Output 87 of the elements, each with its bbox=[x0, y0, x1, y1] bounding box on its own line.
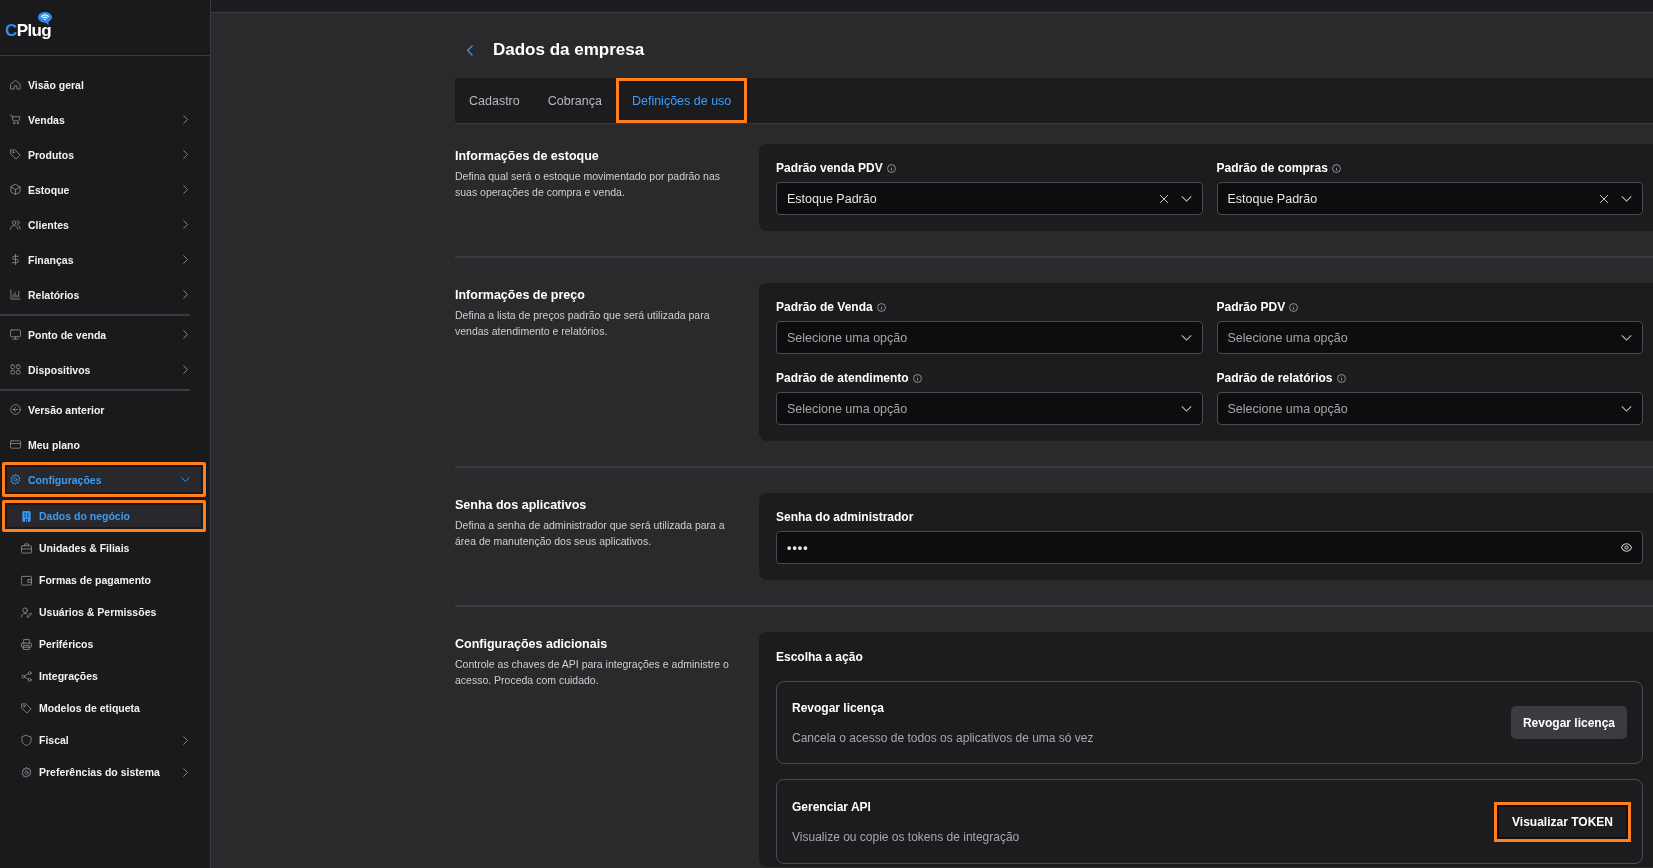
tab[interactable]: Cadastro bbox=[455, 78, 534, 123]
nav-item[interactable]: Produtos bbox=[2, 137, 206, 172]
section-description: Defina a senha de administrador que será utilizada para a área de manutenção dos seus aplicativos. bbox=[455, 518, 726, 549]
action-title: Revogar licença bbox=[792, 699, 886, 716]
home-icon bbox=[10, 79, 21, 90]
nav-item[interactable]: Versão anterior bbox=[2, 392, 206, 427]
nav-subitem[interactable]: Unidades & Filiais bbox=[2, 532, 206, 564]
nav-item[interactable]: Configurações bbox=[2, 462, 206, 497]
section-title: Informações de estoque bbox=[455, 148, 600, 164]
nav-subitem[interactable]: Integrações bbox=[2, 660, 206, 692]
section-title: Informações de preço bbox=[455, 287, 586, 303]
actions-heading: Escolha a ação bbox=[776, 649, 864, 666]
monitor-icon bbox=[10, 329, 21, 340]
section-title: Senha dos aplicativos bbox=[455, 497, 588, 513]
nav-item[interactable]: Clientes bbox=[2, 207, 206, 242]
nav-item[interactable]: Vendas bbox=[2, 102, 206, 137]
settings-icon bbox=[21, 766, 32, 778]
section-title: Configurações adicionais bbox=[455, 636, 609, 652]
action-description: Cancela o acesso de todos os aplicativos de uma só vez bbox=[792, 729, 1094, 746]
wallet-icon bbox=[21, 574, 32, 586]
nav-subitem[interactable]: Dados do negócio bbox=[2, 500, 206, 532]
nav-item[interactable]: Ponto de venda bbox=[2, 317, 206, 352]
chevron-down-icon bbox=[1621, 405, 1632, 412]
card-icon bbox=[10, 439, 21, 450]
nav-subitem[interactable]: Preferências do sistema bbox=[2, 756, 206, 788]
nav-item[interactable]: Visão geral bbox=[2, 67, 206, 102]
select-field[interactable]: Selecione uma opção bbox=[1216, 321, 1643, 354]
action-description: Visualize ou copie os tokens de integração bbox=[792, 828, 1020, 845]
field-label: Padrão de relatórios bbox=[1216, 371, 1333, 385]
section-description: Defina qual será o estoque movimentado por padrão nas suas operações de compra e venda. bbox=[455, 169, 721, 200]
grid-icon bbox=[10, 364, 21, 375]
action-title: Gerenciar API bbox=[792, 798, 872, 815]
chevron-down-icon bbox=[1180, 195, 1192, 202]
field-label: Padrão de compras bbox=[1216, 161, 1328, 175]
cart-icon bbox=[10, 114, 21, 125]
nav-subitem[interactable]: Usuários & Permissões bbox=[2, 596, 206, 628]
field-label: Senha do administrador bbox=[776, 510, 914, 524]
action-button[interactable]: Visualizar TOKEN bbox=[1494, 801, 1631, 842]
users-icon bbox=[10, 219, 21, 230]
chevron-down-icon bbox=[1621, 334, 1632, 341]
settings-icon bbox=[10, 474, 21, 485]
close-icon[interactable] bbox=[1158, 193, 1169, 204]
select-field[interactable]: Selecione uma opção bbox=[776, 321, 1203, 354]
nav-item[interactable]: Dispositivos bbox=[2, 352, 206, 387]
select-field[interactable]: Selecione uma opção bbox=[776, 392, 1203, 425]
nav-item[interactable]: Meu plano bbox=[2, 427, 206, 462]
cube-icon bbox=[10, 184, 21, 195]
tab[interactable]: Definições de uso bbox=[615, 78, 748, 123]
user-pen-icon bbox=[21, 606, 32, 618]
chevron-down-icon bbox=[1621, 195, 1632, 202]
building-icon bbox=[21, 510, 32, 522]
page-title: Dados da empresa bbox=[493, 40, 645, 60]
tag-icon bbox=[10, 149, 21, 160]
nav-item[interactable]: Relatórios bbox=[2, 277, 206, 312]
nav-subitem[interactable]: Modelos de etiqueta bbox=[2, 692, 206, 724]
eye-icon[interactable] bbox=[1621, 543, 1632, 552]
nav-subitem[interactable]: Fiscal bbox=[2, 724, 206, 756]
logo-wordmark: CPlug bbox=[5, 22, 52, 40]
select-field[interactable]: Estoque Padrão bbox=[1216, 182, 1643, 215]
wifi-bubble-icon bbox=[38, 12, 53, 25]
printer-icon bbox=[21, 638, 32, 650]
close-icon[interactable] bbox=[1599, 193, 1609, 204]
section-description: Defina a lista de preços padrão que será utilizada para vendas atendimento e relatórios. bbox=[455, 308, 711, 339]
briefcase-icon bbox=[21, 542, 32, 554]
nav-subitem[interactable]: Periféricos bbox=[2, 628, 206, 660]
shield-icon bbox=[21, 734, 32, 746]
select-field[interactable]: Selecione uma opção bbox=[1216, 392, 1643, 425]
select-field[interactable]: Estoque Padrão bbox=[776, 182, 1203, 215]
share-icon bbox=[21, 670, 32, 682]
nav-item[interactable]: Estoque bbox=[2, 172, 206, 207]
chevron-down-icon bbox=[1180, 405, 1192, 412]
bar-chart-icon bbox=[10, 289, 21, 300]
section-description: Controle as chaves de API para integrações e administre o acesso. Proceda com cuidado. bbox=[455, 657, 730, 688]
arrow-left-circle-icon bbox=[10, 404, 21, 415]
field-label: Padrão de Venda bbox=[776, 300, 873, 314]
field-label: Padrão venda PDV bbox=[776, 161, 883, 175]
chevron-down-icon bbox=[1180, 334, 1192, 341]
password-field[interactable]: •••• bbox=[776, 531, 1643, 564]
chevron-left-icon[interactable] bbox=[467, 44, 473, 56]
tag-icon bbox=[21, 702, 32, 714]
nav-subitem[interactable]: Formas de pagamento bbox=[2, 564, 206, 596]
field-label: Padrão PDV bbox=[1216, 300, 1286, 314]
tab[interactable]: Cobrança bbox=[533, 78, 616, 123]
action-button[interactable]: Revogar licença bbox=[1510, 706, 1627, 739]
nav-item[interactable]: Finanças bbox=[2, 242, 206, 277]
field-label: Padrão de atendimento bbox=[776, 371, 909, 385]
dollar-icon bbox=[10, 254, 21, 265]
